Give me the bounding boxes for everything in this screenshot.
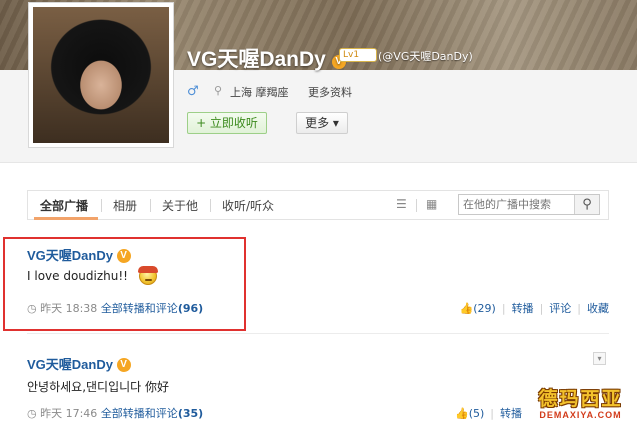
like-button[interactable]: 👍(5) [455,407,484,420]
thread-link[interactable]: 全部转播和评论 [101,302,178,315]
comment-button[interactable]: 评论 [549,302,571,315]
favorite-button[interactable]: 收藏 [587,302,609,315]
thread-count[interactable]: (35) [178,407,203,420]
thread-link[interactable]: 全部转播和评论 [101,407,178,420]
post-text: I love doudizhu!! [27,269,128,283]
post-author-name: VG天喔DanDy [27,357,113,372]
post-actions: 👍(5) | 转播 [454,407,522,420]
tab-divider [150,199,151,212]
post-menu-chevron-icon[interactable]: ▾ [593,352,606,365]
tab-all-broadcasts[interactable]: 全部广播 [40,197,88,214]
feed-post: VG天喔DanDy V I love doudizhu!! ◷ 昨天 18:38… [27,245,609,330]
level-text: Lv1 [343,50,360,60]
search-icon: ⚲ [582,197,592,212]
profile-name-text: VG天喔DanDy [187,48,326,71]
feed-tabbar: 全部广播 相册 关于他 收听/听众 ☰ ▦ ⚲ [27,190,609,220]
more-button[interactable]: 更多 ▾ [296,112,348,134]
post-author[interactable]: VG天喔DanDy V [27,354,131,373]
watermark-logo: 德玛西亚 [538,388,623,410]
repost-button[interactable]: 转播 [500,407,522,420]
like-count: (5) [468,407,485,420]
clock-icon: ◷ [27,407,37,420]
calendar-icon[interactable]: ▦ [426,197,437,211]
post-text: 안녕하세요,댄디입니다 你好 [27,380,170,394]
search-input[interactable] [459,195,579,214]
verified-icon: V [116,358,131,372]
list-view-icon[interactable]: ☰ [396,197,407,211]
search-button[interactable]: ⚲ [574,195,599,214]
emoticon-icon [138,266,158,285]
clock-icon: ◷ [27,302,37,315]
thumbs-up-icon: 👍 [459,302,474,315]
active-tab-indicator [34,217,98,220]
post-meta: ◷ 昨天 18:38 全部转播和评论(96) [27,300,203,316]
avatar-frame [28,2,174,148]
search-box: ⚲ [458,194,600,215]
post-actions: 👍(29) | 转播 | 评论 | 收藏 [459,302,609,315]
site-watermark: 德玛西亚 DEMAXIYA.COM [528,388,633,426]
location-pin-icon: ⚲ [214,84,223,97]
profile-name: VG天喔DanDy V [187,43,346,73]
post-divider [27,333,609,334]
more-info-link[interactable]: 更多资料 [308,84,352,100]
tab-divider [210,199,211,212]
male-icon: ♂ [187,84,199,99]
post-meta: ◷ 昨天 17:46 全部转播和评论(35) [27,405,203,421]
tab-about[interactable]: 关于他 [162,197,198,214]
thumbs-up-icon: 👍 [454,407,469,420]
tab-divider [416,199,417,212]
watermark-url: DEMAXIYA.COM [539,410,622,420]
tab-followers[interactable]: 收听/听众 [222,197,274,214]
tab-divider [101,199,102,212]
verified-icon: V [116,249,131,263]
profile-location: 上海 摩羯座 [230,86,289,99]
avatar[interactable] [33,7,169,143]
profile-handle: (@VG天喔DanDy) [378,50,473,63]
follow-button[interactable]: + 立即收听 [187,112,267,134]
post-author[interactable]: VG天喔DanDy V [27,245,131,264]
post-author-name: VG天喔DanDy [27,248,113,263]
tab-album[interactable]: 相册 [113,197,137,214]
repost-button[interactable]: 转播 [512,302,534,315]
post-time[interactable]: 昨天 17:46 [40,407,97,420]
feed-post: VG天喔DanDy V 안녕하세요,댄디입니다 你好 ◷ 昨天 17:46 全部… [27,354,609,424]
level-badge[interactable]: Lv1 [339,48,377,62]
post-time[interactable]: 昨天 18:38 [40,302,97,315]
like-button[interactable]: 👍(29) [460,302,496,315]
like-count: (29) [473,302,496,315]
thread-count[interactable]: (96) [178,302,203,315]
